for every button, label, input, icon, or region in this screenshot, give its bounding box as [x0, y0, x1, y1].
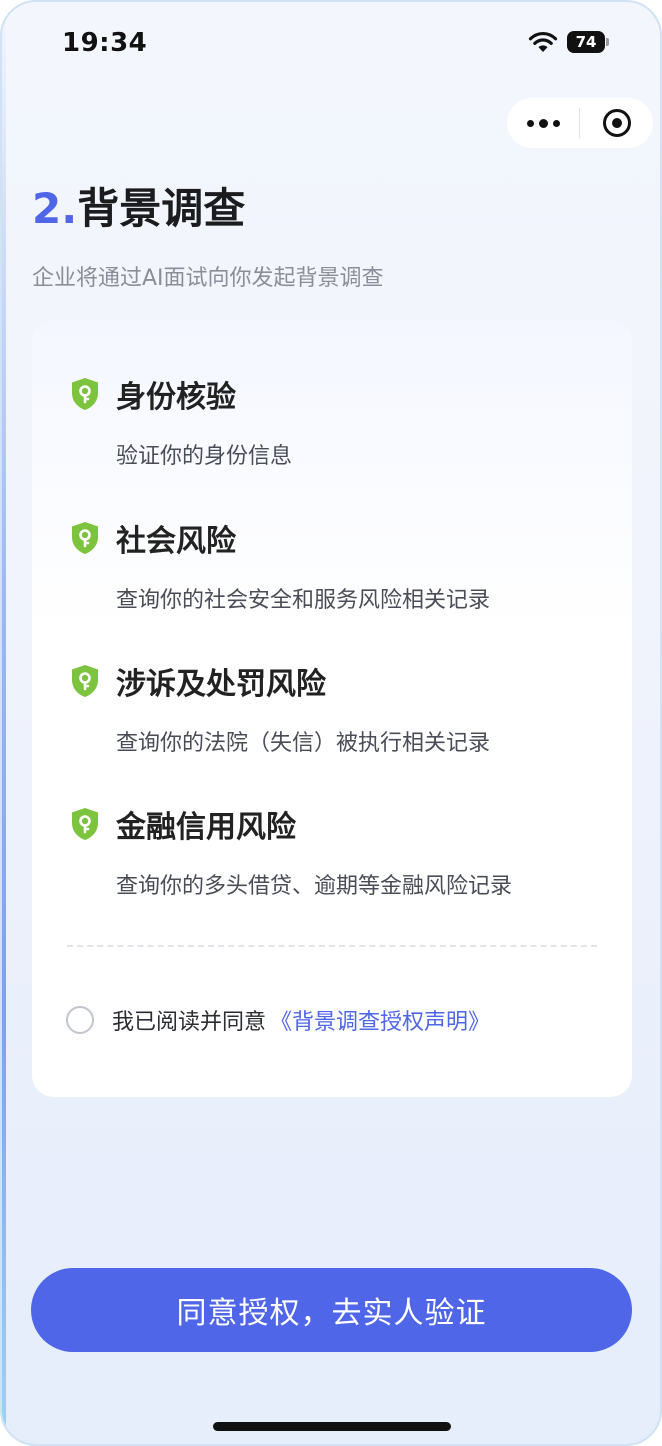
agreement-radio[interactable] [66, 1006, 94, 1034]
miniprogram-capsule [507, 98, 653, 148]
check-item-desc: 查询你的法院（失信）被执行相关记录 [116, 731, 491, 756]
agreement-row: 我已阅读并同意 《背景调查授权声明》 [66, 1004, 490, 1036]
target-circle-icon [602, 109, 631, 137]
check-item-title: 金融信用风险 [116, 810, 296, 845]
shield-key-icon [72, 522, 98, 554]
page-title-text: 背景调查 [77, 184, 246, 233]
agreement-text: 我已阅读并同意 [112, 1010, 267, 1035]
check-item-desc: 查询你的社会安全和服务风险相关记录 [116, 588, 491, 613]
battery-icon: 74 [567, 31, 605, 53]
check-item-desc: 查询你的多头借贷、逾期等金融风险记录 [116, 874, 513, 899]
home-indicator [213, 1422, 451, 1431]
check-item-title: 涉诉及处罚风险 [116, 667, 326, 702]
agreement-link[interactable]: 《背景调查授权声明》 [270, 1004, 490, 1036]
check-item-title: 身份核验 [116, 380, 236, 415]
dashed-divider [67, 945, 597, 947]
battery-tip [606, 38, 609, 46]
check-items-card: 身份核验 验证你的身份信息 社会风险 查询你的社会安全和服务风险相关记录 涉诉及… [32, 320, 632, 1097]
phone-screen: 19:34 74 2. 背景调查 企业将通过AI面试向你发起背景调查 身份核验 … [0, 0, 662, 1446]
shield-key-icon [72, 665, 98, 697]
status-time: 19:34 [62, 28, 148, 58]
shield-key-icon [72, 808, 98, 840]
check-item: 涉诉及处罚风险 查询你的法院（失信）被执行相关记录 [70, 659, 490, 757]
check-item-desc: 验证你的身份信息 [116, 444, 293, 469]
page-title-number: 2. [32, 184, 78, 233]
page-subtitle: 企业将通过AI面试向你发起背景调查 [32, 266, 384, 291]
shield-key-icon [72, 378, 98, 410]
check-item-title: 社会风险 [116, 524, 236, 559]
check-item: 社会风险 查询你的社会安全和服务风险相关记录 [70, 516, 490, 614]
wifi-icon [528, 31, 558, 52]
agree-authorize-button[interactable]: 同意授权，去实人验证 [31, 1268, 632, 1352]
page-title: 2. 背景调查 [32, 175, 245, 236]
more-dots-icon[interactable] [507, 98, 579, 148]
check-item: 金融信用风险 查询你的多头借贷、逾期等金融风险记录 [70, 802, 512, 900]
check-item: 身份核验 验证你的身份信息 [70, 372, 292, 470]
close-button[interactable] [580, 98, 653, 148]
